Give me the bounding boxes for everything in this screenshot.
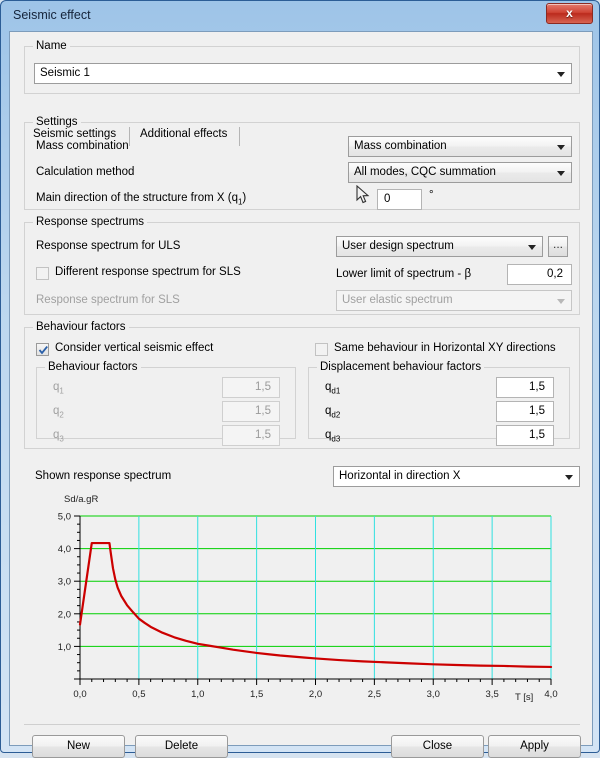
settings-group: Settings Mass combination Mass combinati… (24, 116, 580, 210)
lower-limit-value: 0,2 (547, 268, 563, 280)
different-sls-label: Different response spectrum for SLS (55, 266, 241, 278)
main-direction-input[interactable]: 0 (377, 189, 422, 210)
q3-value: 1,5 (255, 429, 271, 441)
chevron-down-icon (557, 145, 565, 150)
qd1-label: qd1 (325, 381, 341, 396)
mass-combination-combo[interactable]: Mass combination (348, 136, 572, 157)
displacement-behaviour-legend: Displacement behaviour factors (317, 361, 485, 373)
checkbox-box (315, 343, 328, 356)
dialog-window: Seismic effect x Name Seismic 1 Seismic … (0, 0, 600, 758)
chart-x-tick-label: 2,0 (309, 689, 322, 700)
shown-spectrum-label: Shown response spectrum (35, 470, 172, 482)
calculation-method-label: Calculation method (36, 166, 135, 178)
chart-x-tick-label: 4,0 (544, 689, 557, 700)
main-direction-label-close: ) (242, 192, 247, 204)
uls-spectrum-combo[interactable]: User design spectrum (336, 236, 543, 257)
chart-y-tick-label: 2,0 (58, 609, 71, 620)
mass-combination-label: Mass combination (36, 140, 129, 152)
browse-spectrum-button[interactable]: ... (548, 236, 568, 257)
behaviour-factors-inner-legend: Behaviour factors (45, 361, 141, 373)
name-group-legend: Name (33, 40, 70, 52)
chevron-down-icon (557, 171, 565, 176)
q3-input: 1,5 (222, 425, 280, 446)
chart-x-tick-label: 0,5 (132, 689, 145, 700)
chart-y-axis-label: Sd/a.gR (64, 494, 99, 505)
q2-input: 1,5 (222, 401, 280, 422)
lower-limit-label: Lower limit of spectrum - β (336, 268, 472, 280)
q1-label: q1 (53, 381, 64, 396)
sls-spectrum-label: Response spectrum for SLS (36, 294, 180, 306)
chart-y-tick-label: 3,0 (58, 577, 71, 588)
window-title: Seismic effect (13, 8, 91, 22)
check-icon (38, 346, 48, 355)
behaviour-factors-group: Behaviour factors Consider vertical seis… (24, 321, 580, 449)
chart-x-tick-label: 3,0 (427, 689, 440, 700)
main-direction-value: 0 (384, 193, 391, 205)
chart-x-axis-label: T [s] (515, 692, 534, 703)
displacement-behaviour-inner-group: Displacement behaviour factors qd1 1,5 q… (308, 361, 570, 446)
chevron-down-icon (557, 299, 565, 304)
behaviour-factors-inner-group: Behaviour factors q1 1,5 q2 1,5 q3 1,5 (36, 361, 296, 446)
new-button[interactable]: New (32, 735, 125, 758)
checkbox-box (36, 343, 49, 356)
q2-label: q2 (53, 405, 64, 420)
uls-spectrum-value: User design spectrum (342, 240, 454, 252)
chart-y-tick-label: 1,0 (58, 642, 71, 653)
delete-button[interactable]: Delete (135, 735, 228, 758)
lower-limit-input[interactable]: 0,2 (507, 264, 572, 285)
q2-value: 1,5 (255, 405, 271, 417)
qd1-value: 1,5 (529, 381, 545, 393)
qd3-label: qd3 (325, 429, 341, 444)
chart-x-tick-label: 0,0 (73, 689, 86, 700)
consider-vertical-label: Consider vertical seismic effect (55, 342, 214, 354)
qd1-input[interactable]: 1,5 (496, 377, 554, 398)
chart-y-tick-label: 5,0 (58, 512, 71, 523)
calculation-method-combo[interactable]: All modes, CQC summation (348, 162, 572, 183)
same-behaviour-label: Same behaviour in Horizontal XY directio… (334, 342, 556, 354)
chevron-down-icon (528, 245, 536, 250)
q1-input: 1,5 (222, 377, 280, 398)
name-combo-value: Seismic 1 (40, 67, 90, 79)
chart-x-tick-label: 2,5 (368, 689, 381, 700)
mass-combination-value: Mass combination (354, 140, 447, 152)
calculation-method-value: All modes, CQC summation (354, 166, 496, 178)
response-spectrums-group: Response spectrums Response spectrum for… (24, 216, 580, 315)
response-spectrum-chart: Sd/a.gR T [s] 1,0 2,0 3,0 4,0 5,0 0,0 0,5 1,0 1,… (38, 494, 568, 709)
chart-canvas: 1,0 2,0 3,0 4,0 5,0 0,0 0,5 1,0 1,5 2,0 2,5 3,0 3,5 4… (58, 512, 558, 701)
qd2-label: qd2 (325, 405, 341, 420)
sls-spectrum-combo: User elastic spectrum (336, 290, 572, 311)
name-combo[interactable]: Seismic 1 (34, 63, 572, 84)
degree-unit-label: ° (429, 189, 434, 201)
close-icon[interactable]: x (546, 3, 593, 24)
dialog-client-area: Name Seismic 1 Seismic settings Addition… (9, 31, 593, 758)
main-direction-label-text: Main direction of the structure from X (… (36, 192, 238, 204)
uls-spectrum-label: Response spectrum for ULS (36, 240, 181, 252)
main-direction-label: Main direction of the structure from X (… (36, 192, 246, 206)
chart-x-tick-label: 3,5 (486, 689, 499, 700)
qd3-value: 1,5 (529, 429, 545, 441)
q1-value: 1,5 (255, 381, 271, 393)
qd3-input[interactable]: 1,5 (496, 425, 554, 446)
qd2-input[interactable]: 1,5 (496, 401, 554, 422)
chart-y-tick-label: 4,0 (58, 544, 71, 555)
chevron-down-icon (565, 475, 573, 480)
settings-group-legend: Settings (33, 116, 81, 128)
name-group: Name Seismic 1 (24, 40, 580, 94)
footer-divider (24, 724, 580, 725)
response-spectrums-legend: Response spectrums (33, 216, 148, 228)
chart-x-tick-label: 1,0 (191, 689, 204, 700)
apply-button[interactable]: Apply (488, 735, 581, 758)
shown-spectrum-value: Horizontal in direction X (339, 470, 461, 482)
qd2-value: 1,5 (529, 405, 545, 417)
sls-spectrum-value: User elastic spectrum (342, 294, 453, 306)
mouse-cursor-icon (356, 185, 370, 204)
behaviour-factors-legend: Behaviour factors (33, 321, 129, 333)
chevron-down-icon (557, 72, 565, 77)
close-button[interactable]: Close (391, 735, 484, 758)
shown-spectrum-combo[interactable]: Horizontal in direction X (333, 466, 580, 487)
chart-x-tick-label: 1,5 (250, 689, 263, 700)
q3-label: q3 (53, 429, 64, 444)
checkbox-box (36, 267, 49, 280)
title-bar: Seismic effect x (1, 1, 599, 31)
